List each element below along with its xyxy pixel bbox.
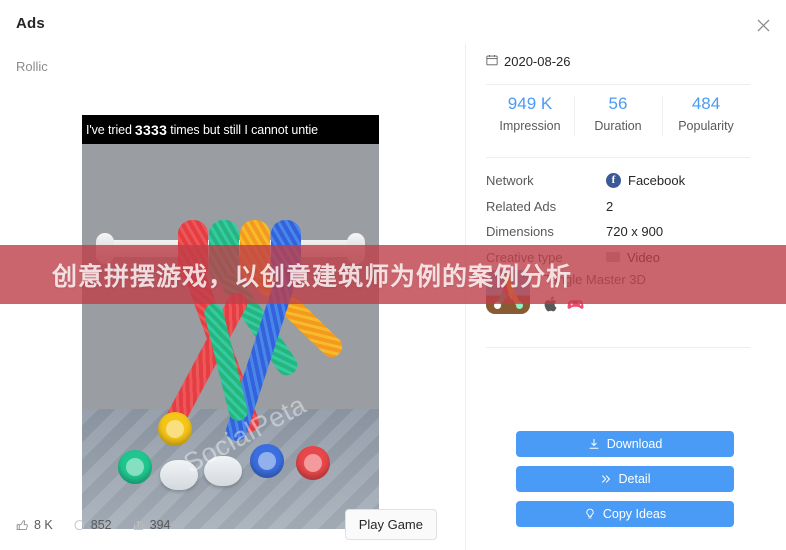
stat-value: 949 K	[507, 94, 553, 113]
video-icon	[606, 252, 620, 263]
detail-label: Detail	[618, 472, 651, 486]
divider-stats	[486, 157, 750, 158]
download-label: Download	[606, 437, 663, 451]
facebook-icon: f	[606, 173, 621, 189]
comment-stat: 852	[73, 518, 112, 532]
ad-preview-panel: Rollic I've tried 3333 times but still I…	[0, 44, 465, 550]
meta-key: Creative type	[486, 249, 563, 265]
meta-value: 2	[606, 198, 614, 214]
comment-icon	[73, 519, 86, 532]
creative-caption-bar: I've tried 3333 times but still I cannot…	[82, 115, 379, 144]
app-name: Tangle Master 3D	[544, 272, 646, 287]
date-value: 2020-08-26	[504, 54, 571, 69]
download-button[interactable]: Download	[516, 431, 734, 457]
meta-value-text: Facebook	[628, 173, 686, 189]
detail-button[interactable]: Detail	[516, 466, 734, 492]
date-row: 2020-08-26	[486, 54, 571, 69]
app-platforms	[544, 296, 646, 317]
share-icon	[132, 519, 145, 532]
creative-scene: SocialPeta	[82, 144, 379, 529]
action-buttons: Download Detail Copy Ideas	[516, 431, 734, 536]
calendar-icon	[486, 54, 498, 69]
like-count: 8 K	[34, 518, 53, 532]
stat-value: 56	[608, 94, 628, 113]
like-stat: 8 K	[16, 518, 53, 532]
advertiser-name: Rollic	[16, 59, 48, 74]
meta-key: Network	[486, 173, 534, 189]
copy-ideas-label: Copy Ideas	[602, 507, 667, 521]
social-stats-row: 8 K 852 394	[16, 518, 170, 532]
stat-label: Impression	[499, 119, 561, 133]
gamepad-icon	[567, 298, 584, 316]
app-info: Tangle Master 3D	[544, 270, 646, 317]
share-stat: 394	[132, 518, 171, 532]
copy-ideas-button[interactable]: Copy Ideas	[516, 501, 734, 527]
stats-row: 949 K Impression 56 Duration 484 Popular…	[486, 92, 750, 136]
thumbs-up-icon	[16, 519, 29, 532]
meta-key: Related Ads	[486, 198, 557, 214]
meta-row-creative-type: Creative type Video	[486, 245, 762, 271]
stat-value: 484	[691, 94, 721, 113]
play-game-button[interactable]: Play Game	[344, 509, 437, 540]
stat-popularity: 484 Popularity	[662, 92, 750, 136]
stat-duration: 56 Duration	[574, 92, 662, 136]
divider-app	[486, 347, 750, 348]
ad-creative-image[interactable]: I've tried 3333 times but still I cannot…	[82, 115, 379, 529]
meta-row-related-ads: Related Ads 2	[486, 194, 762, 220]
share-count: 394	[149, 518, 171, 532]
comment-count: 852	[90, 518, 112, 532]
caption-number: 3333	[134, 121, 168, 138]
page-title: Ads	[16, 15, 45, 32]
meta-value: f Facebook	[606, 173, 686, 189]
meta-value-text: Video	[627, 249, 661, 265]
stat-label: Duration	[594, 119, 642, 133]
close-icon[interactable]	[752, 14, 774, 36]
meta-value: 720 x 900	[606, 224, 664, 240]
lightbulb-icon	[584, 508, 596, 520]
metadata-list: Network f Facebook Related Ads 2 Dimensi…	[486, 168, 762, 270]
caption-prefix: I've tried	[86, 122, 132, 137]
meta-row-network: Network f Facebook	[486, 168, 762, 194]
divider-top	[486, 84, 750, 85]
caption-suffix: times but still I cannot untie	[170, 122, 318, 137]
chevron-double-right-icon	[600, 473, 612, 485]
app-card[interactable]: Tangle Master 3D	[486, 270, 646, 317]
app-icon	[486, 270, 530, 314]
download-icon	[588, 438, 600, 450]
ads-detail-modal: Ads Rollic I've tried 3333 times but sti…	[0, 0, 786, 550]
meta-row-dimensions: Dimensions 720 x 900	[486, 219, 762, 245]
apple-icon	[544, 296, 558, 317]
meta-key: Dimensions	[486, 224, 554, 240]
ad-info-panel: 2020-08-26 949 K Impression 56 Duration …	[466, 44, 786, 550]
rope-knot	[82, 144, 379, 529]
stat-label: Popularity	[678, 119, 734, 133]
meta-value: Video	[606, 250, 660, 265]
stat-impression: 949 K Impression	[486, 92, 574, 133]
